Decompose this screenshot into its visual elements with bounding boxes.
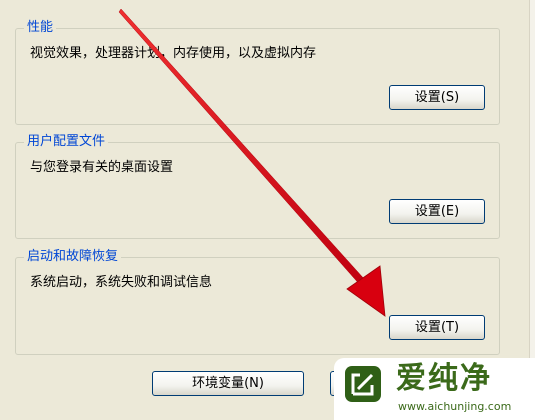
system-properties-advanced-tab: 性能 视觉效果，处理器计划，内存使用，以及虚拟内存 设置(S) 用户配置文件 与… [0, 0, 535, 420]
startup-recovery-legend: 启动和故障恢复 [24, 249, 122, 265]
watermark-title: 爱纯净 [396, 361, 492, 396]
performance-group: 性能 视觉效果，处理器计划，内存使用，以及虚拟内存 设置(S) [15, 20, 500, 125]
user-profiles-group: 用户配置文件 与您登录有关的桌面设置 设置(E) [15, 134, 500, 239]
performance-legend: 性能 [24, 20, 57, 36]
startup-recovery-settings-button[interactable]: 设置(T) [389, 315, 485, 340]
startup-recovery-description: 系统启动，系统失败和调试信息 [30, 275, 213, 290]
user-profiles-legend: 用户配置文件 [24, 134, 109, 150]
watermark-url: www.aichunjing.com [398, 400, 512, 413]
user-profiles-description: 与您登录有关的桌面设置 [30, 160, 174, 175]
window-right-edge [529, 0, 535, 420]
watermark-logo-icon [345, 366, 381, 402]
environment-variables-button[interactable]: 环境变量(N) [152, 371, 304, 396]
site-watermark: 爱纯净 www.aichunjing.com [334, 358, 535, 420]
performance-description: 视觉效果，处理器计划，内存使用，以及虚拟内存 [30, 46, 317, 61]
performance-settings-button[interactable]: 设置(S) [389, 85, 485, 110]
user-profiles-settings-button[interactable]: 设置(E) [389, 199, 485, 224]
startup-recovery-group: 启动和故障恢复 系统启动，系统失败和调试信息 设置(T) [15, 249, 500, 355]
